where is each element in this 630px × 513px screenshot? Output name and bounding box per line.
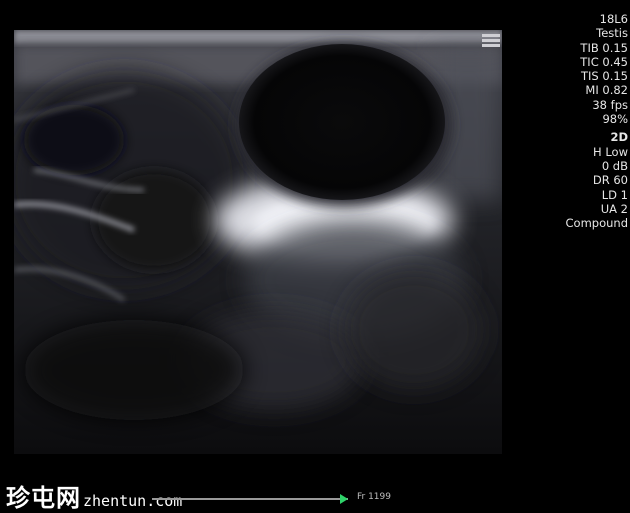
mode-label: 2D [610, 130, 628, 145]
watermark: 珍屯网 zhentun.com [6, 478, 183, 512]
dynamic-range-value: DR 60 [592, 173, 628, 188]
watermark-url: zhentun.com [83, 492, 183, 510]
mi-value: MI 0.82 [585, 83, 628, 98]
ultrasound-image [14, 30, 502, 454]
cine-marker-icon[interactable] [340, 494, 348, 504]
imaging-parameters-panel: 18L6 Testis TIB 0.15 TIC 0.45 TIS 0.15 M… [508, 12, 628, 230]
gain-value: 0 dB [601, 158, 628, 173]
watermark-chinese: 珍屯网 [6, 484, 81, 512]
frequency-value: H Low [593, 144, 628, 159]
ua-value: UA 2 [600, 201, 628, 216]
frame-counter: Fr 1199 [357, 492, 391, 502]
tib-value: TIB 0.15 [580, 40, 628, 55]
compound-label: Compound [565, 216, 628, 231]
power-value: 98% [602, 112, 628, 127]
tic-value: TIC 0.45 [580, 54, 628, 69]
preset-label: Testis [596, 26, 628, 41]
cine-progress-bar[interactable] [152, 498, 348, 500]
scale-mark-icon [482, 34, 500, 47]
frame-rate-value: 38 fps [592, 97, 628, 112]
tis-value: TIS 0.15 [581, 69, 628, 84]
probe-label: 18L6 [599, 12, 628, 26]
line-density-value: LD 1 [601, 187, 628, 202]
